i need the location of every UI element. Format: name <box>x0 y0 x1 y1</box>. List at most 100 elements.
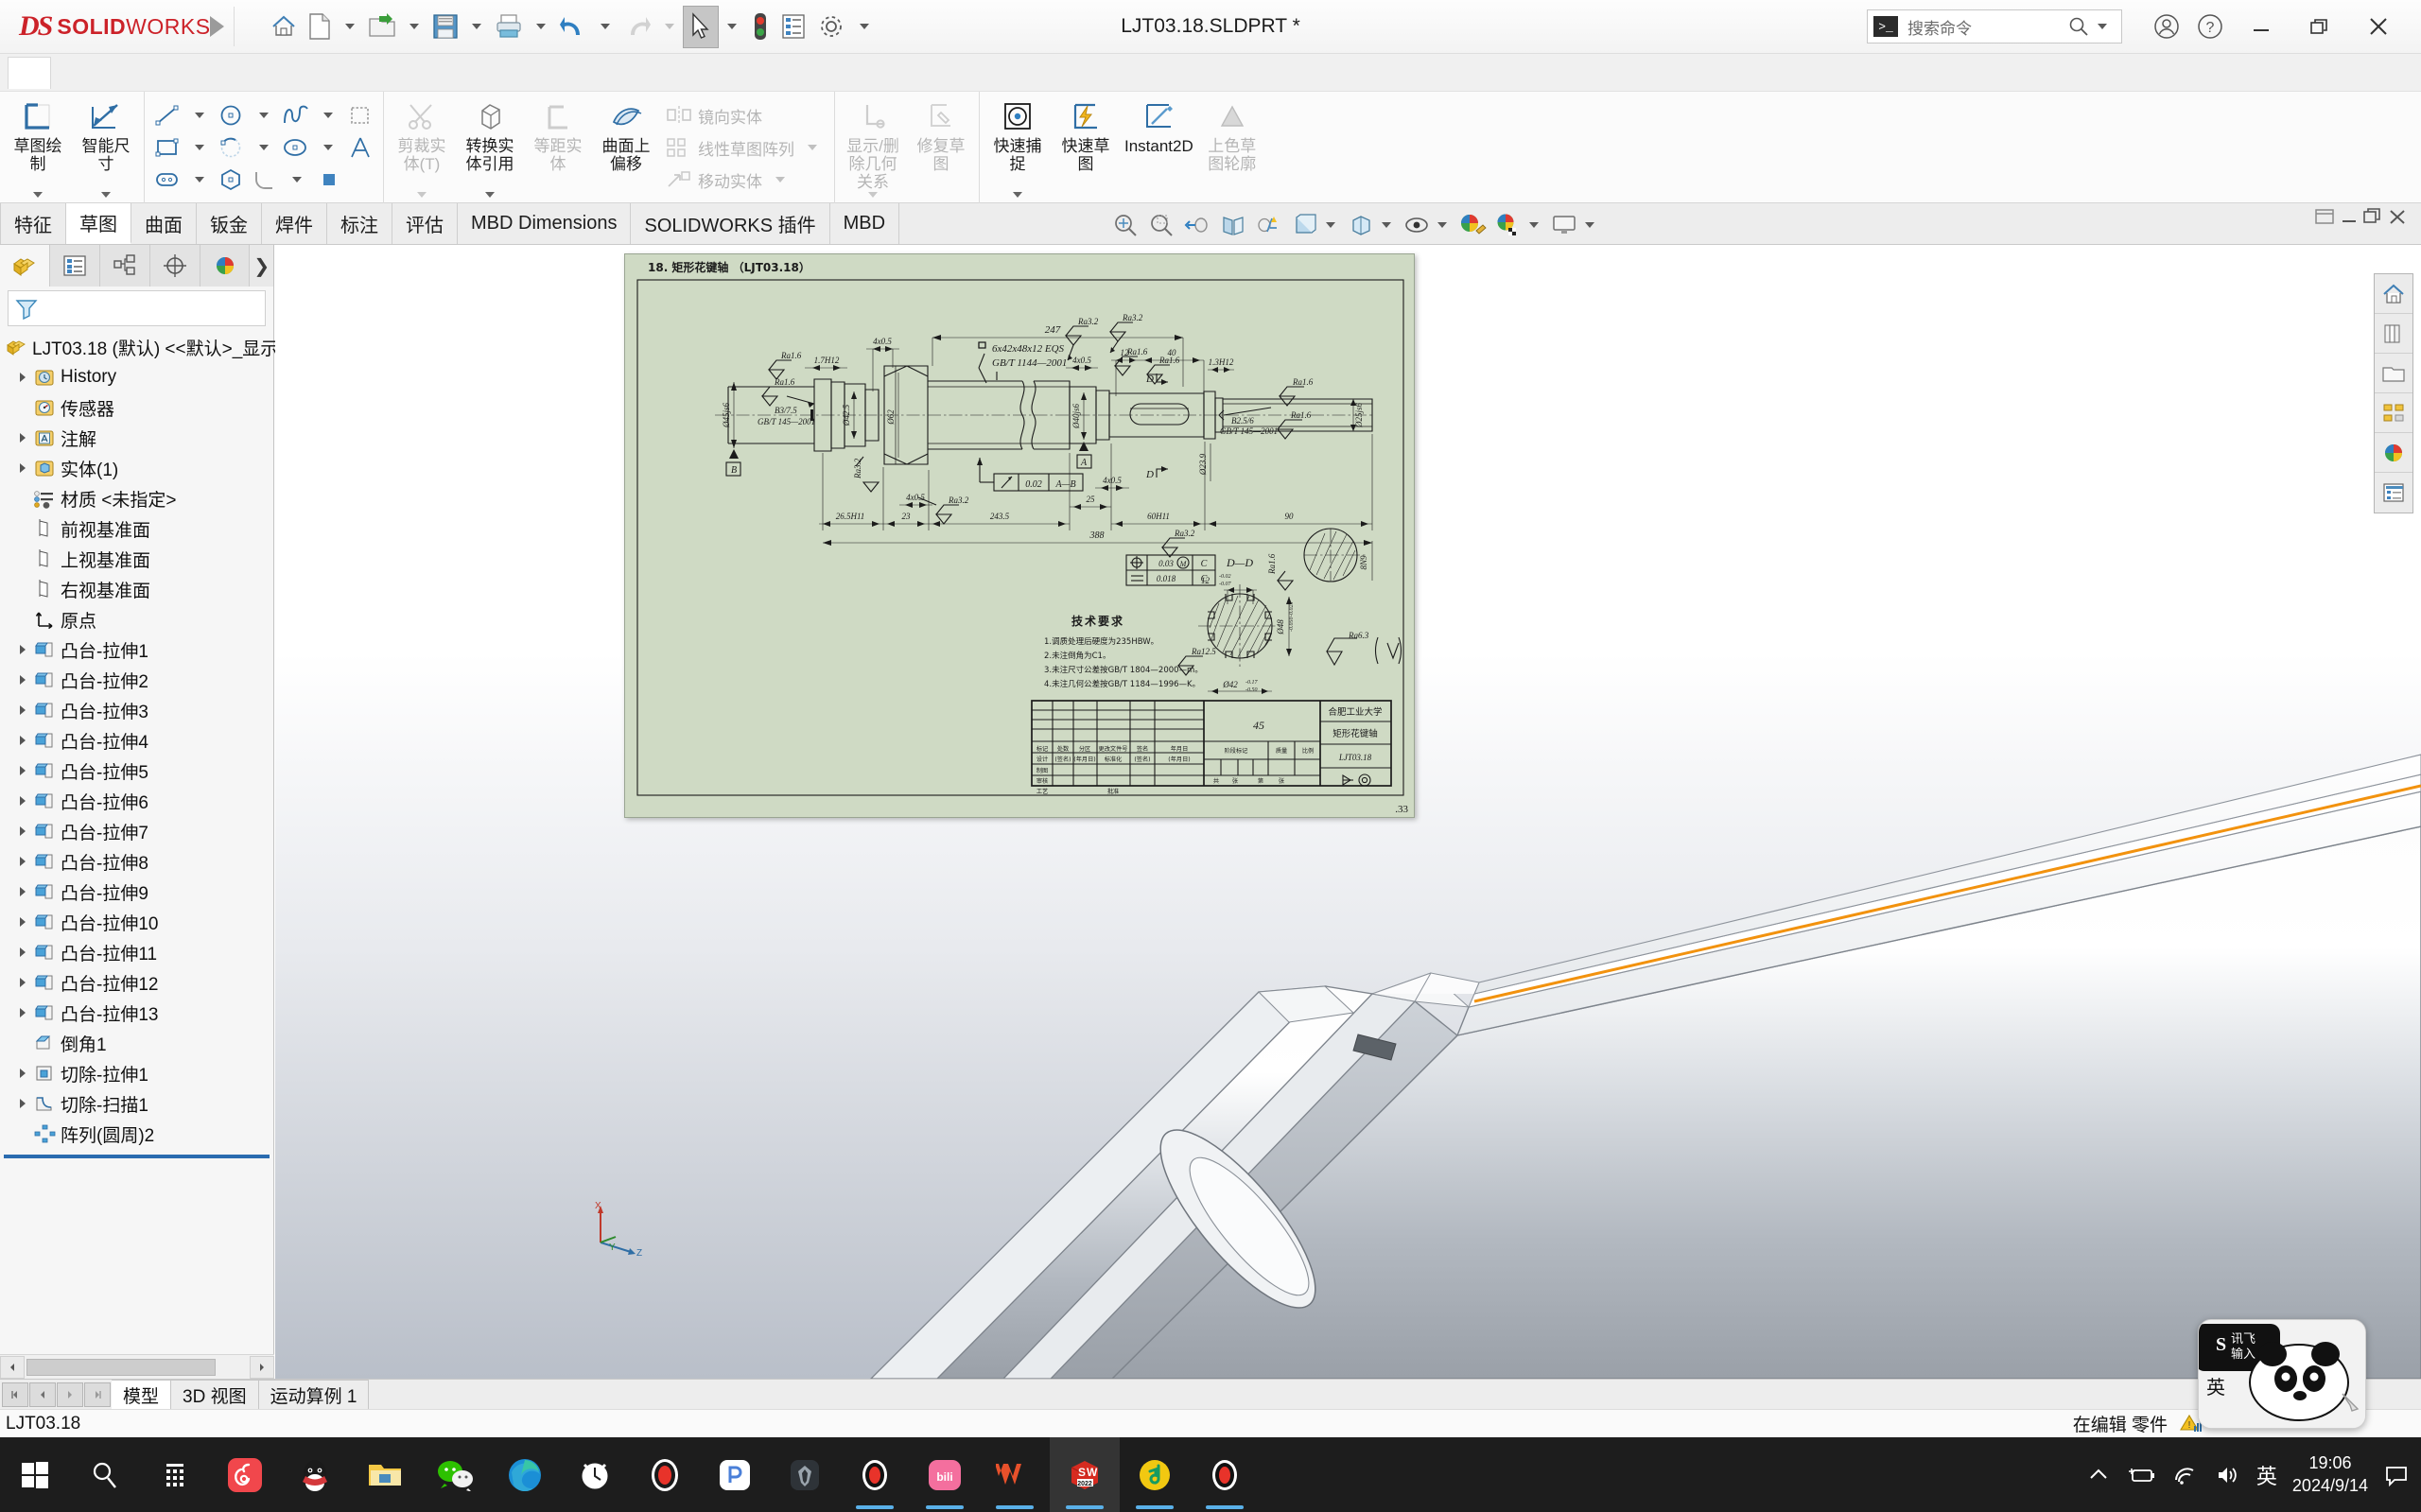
zoom-to-area-icon[interactable] <box>1144 207 1178 243</box>
display-style-dropdown-icon[interactable] <box>1382 222 1391 228</box>
offset-on-surface-command[interactable]: 曲面上偏移 <box>592 92 660 203</box>
rapid-sketch-command[interactable]: 快速草图 <box>1052 92 1120 203</box>
tab-weldments[interactable]: 焊件 <box>262 203 327 244</box>
repair-sketch-command[interactable]: 修复草图 <box>907 92 975 203</box>
tree-item-history[interactable]: History <box>0 362 273 392</box>
expand-arrow-icon[interactable] <box>13 916 32 928</box>
tab-mbd-dimensions[interactable]: MBD Dimensions <box>458 203 632 244</box>
open-button[interactable] <box>363 6 401 48</box>
tab-solidworks-addins[interactable]: SOLIDWORKS 插件 <box>631 203 830 244</box>
ime-floating-toolbar[interactable]: S 讯飞 输入 英 <box>2198 1319 2366 1429</box>
tree-item-annotations[interactable]: 注解 <box>0 423 273 453</box>
expand-arrow-icon[interactable] <box>13 977 32 988</box>
notification-icon[interactable] <box>2383 1464 2410 1486</box>
select-tool-dropdown-icon[interactable] <box>727 24 737 29</box>
expand-arrow-icon[interactable] <box>13 1098 32 1109</box>
microsoft-edge-icon[interactable] <box>490 1437 560 1512</box>
tree-item-boss-extrude-12[interactable]: 凸台-拉伸12 <box>0 967 273 998</box>
search-command-box[interactable]: >_ 搜索命令 <box>1867 9 2122 43</box>
new-document-button[interactable] <box>303 6 337 48</box>
dimxpert-manager-tab[interactable] <box>149 245 200 287</box>
tab-sheetmetal[interactable]: 钣金 <box>197 203 262 244</box>
help-icon[interactable]: ? <box>2188 5 2232 48</box>
tree-item-solid-bodies[interactable]: 实体(1) <box>0 453 273 483</box>
view-orientation-icon[interactable] <box>1252 207 1286 243</box>
search-icon[interactable] <box>70 1437 140 1512</box>
bottom-tab-model[interactable]: 模型 <box>112 1380 172 1409</box>
next-nav-button[interactable] <box>57 1382 83 1407</box>
taskbar-clock[interactable]: 19:06 2024/9/14 <box>2292 1452 2368 1497</box>
tab-sketch[interactable]: 草图 <box>66 203 131 244</box>
account-icon[interactable] <box>2145 5 2188 48</box>
battery-charging-icon[interactable] <box>2126 1465 2156 1486</box>
search-dropdown-icon[interactable] <box>2098 24 2107 29</box>
display-style-icon[interactable] <box>1344 207 1378 243</box>
view-settings-dropdown-icon[interactable] <box>1585 222 1594 228</box>
show-hidden-icons-chevron-icon[interactable] <box>2086 1465 2111 1486</box>
tree-item-sensors[interactable]: 传感器 <box>0 392 273 423</box>
pdf-reader-icon[interactable] <box>700 1437 770 1512</box>
volume-icon[interactable] <box>2215 1465 2241 1486</box>
home-button[interactable] <box>265 6 303 48</box>
rectangle-dropdown-icon[interactable] <box>195 145 204 150</box>
file-properties-button[interactable] <box>775 6 811 48</box>
tree-item-boss-extrude-9[interactable]: 凸台-拉伸9 <box>0 877 273 907</box>
spline-icon[interactable] <box>282 101 310 130</box>
line-dropdown-icon[interactable] <box>195 113 204 118</box>
section-view-icon[interactable] <box>1216 207 1250 243</box>
engineering-drawing-sheet[interactable]: .ln { stroke:#1b1b1b; stroke-width:1.1; … <box>624 253 1415 818</box>
circle-dropdown-icon[interactable] <box>259 113 269 118</box>
redo-dropdown-icon[interactable] <box>665 24 674 29</box>
tab-mbd[interactable]: MBD <box>829 203 900 244</box>
tree-item-boss-extrude-4[interactable]: 凸台-拉伸4 <box>0 725 273 756</box>
tab-annotation[interactable]: 标注 <box>327 203 392 244</box>
ellipse-icon[interactable] <box>282 133 310 162</box>
scroll-left-arrow-icon[interactable] <box>0 1355 25 1379</box>
expand-arrow-icon[interactable] <box>13 826 32 837</box>
solidworks-2022-icon[interactable]: S W 2022 <box>1050 1437 1120 1512</box>
undo-dropdown-icon[interactable] <box>601 24 610 29</box>
redo-button[interactable] <box>618 6 656 48</box>
doc-maximize-icon[interactable] <box>2362 207 2383 226</box>
shaded-sketch-contours-command[interactable]: 上色草图轮廓 <box>1198 92 1266 203</box>
expand-arrow-icon[interactable] <box>13 856 32 867</box>
smart-dimension-dropdown-icon[interactable] <box>101 192 111 198</box>
undo-button[interactable] <box>554 6 592 48</box>
kugou-music-icon[interactable] <box>1120 1437 1190 1512</box>
doc-close-icon[interactable] <box>2387 207 2408 226</box>
sketch-command[interactable]: 草图绘制 <box>4 92 72 203</box>
recorder-icon[interactable] <box>840 1437 910 1512</box>
solidworks-logo[interactable]: DS SOLID WORKS <box>0 10 210 43</box>
first-nav-button[interactable] <box>2 1382 28 1407</box>
mirror-pattern-icon[interactable] <box>346 101 374 130</box>
design-library-folder-icon[interactable] <box>2375 354 2412 393</box>
expand-arrow-icon[interactable] <box>13 765 32 776</box>
tree-item-cut-sweep-1[interactable]: 切除-扫描1 <box>0 1088 273 1119</box>
line-icon[interactable] <box>153 101 182 130</box>
tree-item-circular-pattern-2[interactable]: 阵列(圆周)2 <box>0 1119 273 1149</box>
print-button[interactable] <box>490 6 528 48</box>
expand-arrow-icon[interactable] <box>13 795 32 807</box>
tree-item-front-plane[interactable]: 前视基准面 <box>0 513 273 544</box>
tree-item-boss-extrude-6[interactable]: 凸台-拉伸6 <box>0 786 273 816</box>
tree-item-chamfer-1[interactable]: 倒角1 <box>0 1028 273 1058</box>
property-manager-tab[interactable] <box>49 245 100 287</box>
tree-item-boss-extrude-7[interactable]: 凸台-拉伸7 <box>0 816 273 846</box>
tree-filter-input[interactable] <box>8 290 266 326</box>
display-delete-relations-command[interactable]: 显示/删除几何关系 <box>839 92 907 203</box>
wifi-icon[interactable] <box>2171 1465 2200 1486</box>
select-tool-button[interactable] <box>683 5 719 48</box>
quick-snap-dropdown-icon[interactable] <box>1013 192 1022 198</box>
convert-entities-command[interactable]: 转换实体引用 <box>456 92 524 203</box>
convert-entities-dropdown-icon[interactable] <box>485 192 495 198</box>
trim-dropdown-icon[interactable] <box>417 192 427 198</box>
print-dropdown-icon[interactable] <box>536 24 546 29</box>
tree-item-boss-extrude-1[interactable]: 凸台-拉伸1 <box>0 634 273 665</box>
tree-item-boss-extrude-3[interactable]: 凸台-拉伸3 <box>0 695 273 725</box>
tree-item-origin[interactable]: 原点 <box>0 604 273 634</box>
offset-entities-command[interactable]: 等距实体 <box>524 92 592 203</box>
search-input[interactable]: 搜索命令 <box>1898 15 2068 39</box>
menu-expand-arrow-icon[interactable] <box>210 16 224 37</box>
view-cube-icon[interactable] <box>1288 207 1322 243</box>
tree-item-cut-extrude-1[interactable]: 切除-拉伸1 <box>0 1058 273 1088</box>
